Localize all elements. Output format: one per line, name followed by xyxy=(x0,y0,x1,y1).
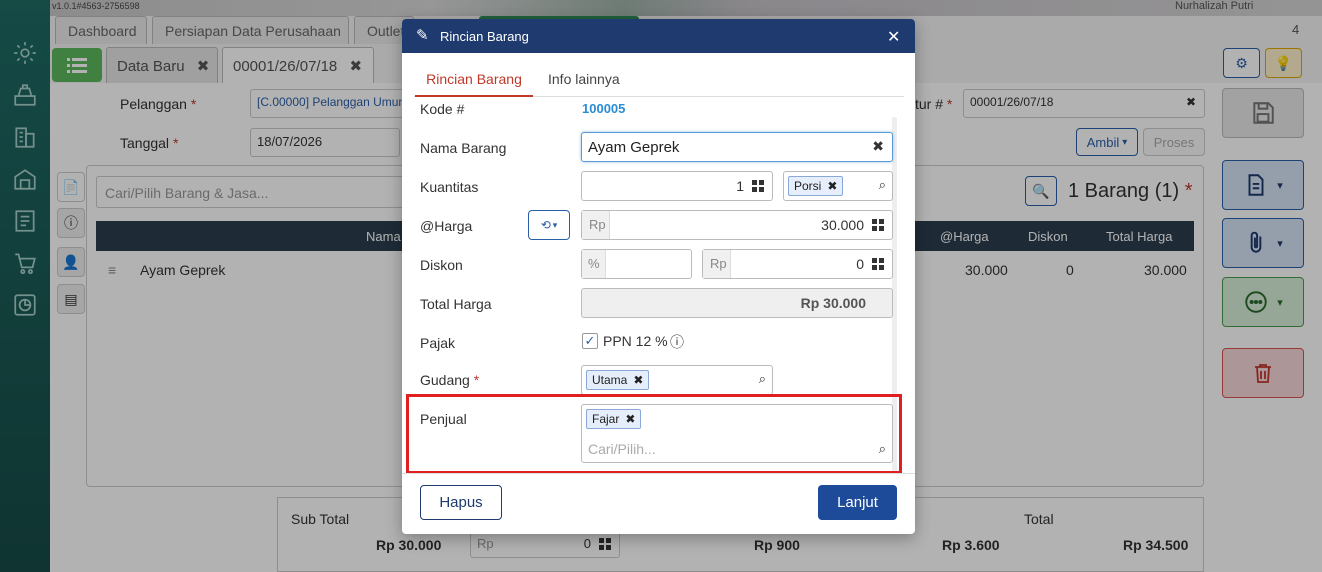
rincian-barang-modal: ✎ Rincian Barang ✕ Rincian Barang Info l… xyxy=(402,19,915,534)
satuan-select[interactable]: Porsi ✖ ⌕ xyxy=(783,171,893,201)
price-history-button[interactable]: ⟲ ▾ xyxy=(528,210,570,240)
gudang-label: Gudang * xyxy=(420,372,480,388)
unit-tag: Porsi ✖ xyxy=(788,176,844,196)
lanjut-button[interactable]: Lanjut xyxy=(818,485,897,520)
total-harga-field: Rp 30.000 xyxy=(581,288,893,318)
ppn-checkbox[interactable]: ✓ xyxy=(582,333,598,349)
calculator-icon[interactable] xyxy=(872,258,884,270)
tab-rincian-barang[interactable]: Rincian Barang xyxy=(415,71,533,97)
pencil-icon: ✎ xyxy=(416,27,429,44)
calculator-icon[interactable] xyxy=(872,219,884,231)
pajak-label: Pajak xyxy=(420,335,456,351)
info-icon[interactable]: ⓘ xyxy=(670,332,684,352)
hapus-button[interactable]: Hapus xyxy=(420,485,502,520)
kuantitas-input[interactable]: 1 xyxy=(581,171,773,201)
diskon-percent-input[interactable]: % xyxy=(581,249,692,279)
harga-input[interactable]: Rp 30.000 xyxy=(581,210,893,240)
remove-tag-icon[interactable]: ✖ xyxy=(633,373,643,387)
modal-title: Rincian Barang xyxy=(440,29,529,44)
history-icon: ⟲ xyxy=(540,218,551,232)
diskon-amount-input[interactable]: Rp 0 xyxy=(702,249,893,279)
modal-header: ✎ Rincian Barang ✕ xyxy=(402,19,915,53)
remove-tag-icon[interactable]: ✖ xyxy=(827,179,837,193)
diskon-label: Diskon xyxy=(420,257,463,273)
kode-value[interactable]: 100005 xyxy=(582,101,625,116)
clear-icon[interactable]: ✖ xyxy=(872,138,884,155)
search-icon[interactable]: ⌕ xyxy=(879,177,886,193)
kode-label: Kode # xyxy=(420,101,465,117)
gudang-tag: Utama ✖ xyxy=(586,370,650,390)
calculator-icon[interactable] xyxy=(752,180,764,192)
search-icon[interactable]: ⌕ xyxy=(759,371,766,387)
ppn-label: PPN 12 % xyxy=(603,333,668,349)
tab-info-lainnya[interactable]: Info lainnya xyxy=(548,71,620,87)
harga-label: @Harga xyxy=(420,218,473,234)
total-harga-label: Total Harga xyxy=(420,296,492,312)
footer-divider xyxy=(402,473,915,474)
highlight-box xyxy=(406,394,902,473)
close-icon[interactable]: ✕ xyxy=(887,27,900,47)
chevron-down-icon: ▾ xyxy=(552,219,558,230)
nama-barang-input[interactable]: Ayam Geprek ✖ xyxy=(581,132,893,162)
modal-body: Kode # 100005 Nama Barang Ayam Geprek ✖ … xyxy=(402,99,915,473)
nama-barang-label: Nama Barang xyxy=(420,140,507,156)
kuantitas-label: Kuantitas xyxy=(420,179,479,195)
gudang-select[interactable]: Utama ✖ ⌕ xyxy=(581,365,773,395)
